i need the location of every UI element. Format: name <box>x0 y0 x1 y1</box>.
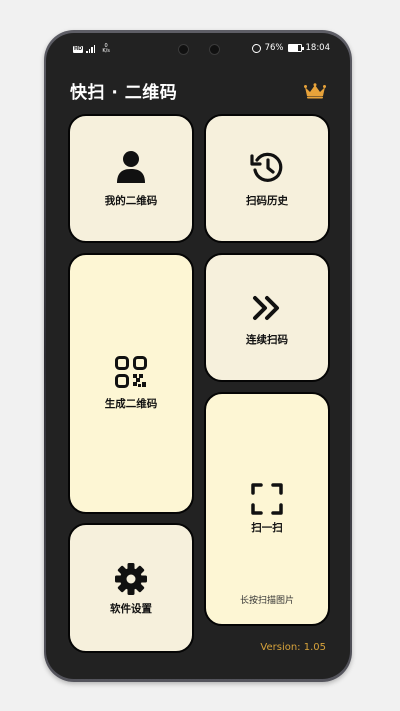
battery-icon <box>287 44 304 52</box>
network-speed-unit: K/s <box>102 48 110 54</box>
scan-history-label: 扫码历史 <box>246 195 288 207</box>
crown-icon[interactable] <box>304 83 326 99</box>
qr-code-icon <box>115 356 147 388</box>
alarm-icon <box>251 43 261 53</box>
status-bar: HD 0 K/s 76% 18:04 <box>46 33 350 61</box>
scan-frame-icon <box>251 483 283 515</box>
version-text: Version: 1.05 <box>260 642 326 653</box>
user-icon <box>117 151 145 183</box>
camera-icon <box>178 44 189 55</box>
app-screen: HD 0 K/s 76% 18:04 快扫 · 二维码 我的二维码 扫码历史 连… <box>46 33 350 679</box>
settings-label: 软件设置 <box>110 603 152 615</box>
settings-tile[interactable]: 软件设置 <box>68 523 194 653</box>
scan-tile[interactable]: 扫一扫 长按扫描图片 <box>204 392 330 626</box>
scan-history-tile[interactable]: 扫码历史 <box>204 114 330 243</box>
scan-label: 扫一扫 <box>251 522 283 534</box>
clock: 18:04 <box>305 43 331 53</box>
scan-hint: 长按扫描图片 <box>239 596 294 606</box>
generate-qr-label: 生成二维码 <box>104 398 158 410</box>
my-qr-tile[interactable]: 我的二维码 <box>68 114 194 243</box>
my-qr-label: 我的二维码 <box>104 195 158 207</box>
front-cameras <box>178 44 220 55</box>
app-title: 快扫 · 二维码 <box>70 83 178 103</box>
continuous-scan-tile[interactable]: 连续扫码 <box>204 253 330 382</box>
battery-percent: 76% <box>264 43 284 53</box>
history-icon <box>250 152 283 182</box>
network-speed: 0 K/s <box>102 44 110 54</box>
continuous-scan-label: 连续扫码 <box>246 334 288 346</box>
double-chevron-icon <box>253 296 279 320</box>
hd-icon: HD <box>73 45 84 53</box>
camera-icon <box>209 44 220 55</box>
signal-icon <box>86 45 96 53</box>
gear-icon <box>115 563 147 595</box>
battery-fill <box>288 45 298 51</box>
phone-frame: HD 0 K/s 76% 18:04 快扫 · 二维码 我的二维码 扫码历史 连… <box>44 30 352 682</box>
status-left: HD 0 K/s <box>73 44 110 54</box>
generate-qr-tile[interactable]: 生成二维码 <box>68 253 194 514</box>
status-right: 76% 18:04 <box>251 43 331 53</box>
